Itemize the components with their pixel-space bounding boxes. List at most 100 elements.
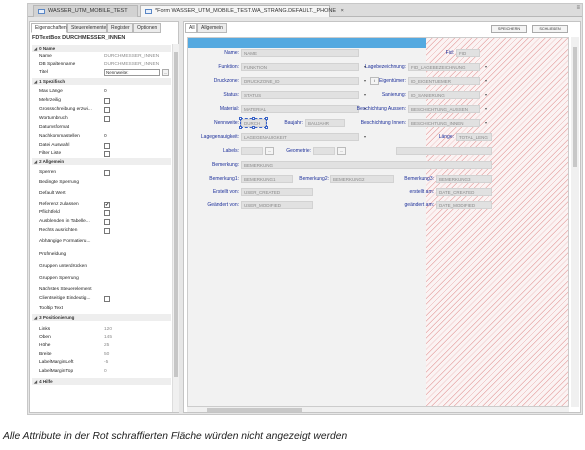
field-erstellt-am[interactable]: DATE_CREATED [436, 188, 492, 196]
resize-handle[interactable] [265, 126, 268, 129]
prop-row-nachkommastellen[interactable]: Nachkommastellen 0 [32, 133, 171, 141]
field-beschichtung-innen[interactable]: BESCHICHTUNG_INNEN [408, 119, 480, 127]
collapse-icon[interactable]: ◢ [34, 315, 37, 320]
prop-value[interactable]: DURCHMESSER_INNEN [104, 61, 170, 69]
prop-row-default-wert[interactable]: Default Wert [32, 190, 171, 198]
prop-value[interactable]: 120 [104, 326, 170, 334]
prop-row-filter-liste[interactable]: Filter Liste [32, 150, 171, 158]
close-icon[interactable]: × [341, 8, 344, 14]
resize-handle[interactable] [252, 117, 255, 120]
field-bemerkung3[interactable]: BEMERKUNG3 [436, 175, 492, 183]
checkbox[interactable] [104, 143, 110, 149]
field-geometrie[interactable] [313, 147, 335, 155]
tab-optionen[interactable]: Optionen [133, 23, 161, 33]
collapse-icon[interactable]: ◢ [34, 46, 37, 51]
geometrie-ellipsis-button[interactable]: ... [337, 147, 346, 155]
prop-value[interactable]: 145 [104, 334, 170, 342]
field-laenge[interactable]: TOTAL_LENG [456, 133, 492, 141]
doc-tab-form[interactable]: *Form WASSER_UTM_MOBILE_TEST.WA_STRANG.D… [140, 5, 344, 17]
section-name[interactable]: ◢ 0 Name [32, 45, 171, 52]
scroll-thumb[interactable] [573, 47, 577, 167]
prop-row-db-spaltenname[interactable]: DB Spaltenname DURCHMESSER_INNEN [32, 61, 171, 69]
field-bemerkung[interactable]: BEMERKUNG [241, 161, 492, 169]
checkbox[interactable] [104, 107, 110, 113]
prop-row-mehrzeilig[interactable]: Mehrzeilig [32, 97, 171, 105]
checkbox[interactable] [104, 219, 110, 225]
field-beschichtung-aussen[interactable]: BESCHICHTUNG_AUSSEN [408, 105, 480, 113]
prop-value[interactable]: 25 [104, 342, 170, 350]
collapse-icon[interactable]: ◢ [34, 159, 37, 164]
section-spezifisch[interactable]: ◢ 1 Spezifisch [32, 78, 171, 85]
chevron-down-icon[interactable]: ▾ [482, 91, 490, 99]
close-button[interactable]: SCHLIEßEN [532, 25, 568, 33]
field-lagegenauigkeit[interactable]: LAGEGENAUIGKEIT [241, 133, 359, 141]
field-funktion[interactable]: FUNKTION [241, 63, 359, 71]
tab-eigenschaften[interactable]: Eigenschaften [31, 23, 67, 33]
field-name[interactable]: NAME [241, 49, 359, 57]
save-button[interactable]: SPEICHERN [491, 25, 527, 33]
field-druckzone[interactable]: DRUCKZONE_ID [241, 77, 359, 85]
checkbox[interactable] [104, 151, 110, 157]
designer-vertical-scrollbar[interactable] [571, 37, 579, 407]
scroll-thumb[interactable] [174, 52, 178, 377]
collapse-icon[interactable]: ◢ [34, 79, 37, 84]
prop-row-name[interactable]: Name DURCHMESSER_INNEN [32, 53, 171, 61]
prop-value[interactable]: DURCHMESSER_INNEN [104, 53, 170, 61]
titel-input[interactable]: Nennweite: [104, 69, 160, 76]
prop-row-breite[interactable]: Breite 50 [32, 351, 171, 359]
resize-handle[interactable] [239, 117, 242, 120]
prop-value[interactable]: 0 [104, 133, 170, 141]
doc-tab-project[interactable]: WASSER_UTM_MOBILE_TEST [33, 5, 138, 17]
prop-row-clientseitige-eindeutig[interactable]: Clientseitige Eindeutig... [32, 295, 171, 303]
field-sanierung[interactable]: ID_SANIERUNG [408, 91, 480, 99]
resize-handle[interactable] [252, 126, 255, 129]
prop-row-tooltip-text[interactable]: Tooltip Text [32, 305, 171, 313]
field-blank[interactable] [396, 147, 492, 155]
section-allgemein[interactable]: ◢ 2 Allgemein [32, 158, 171, 165]
collapse-icon[interactable]: ◢ [34, 379, 37, 384]
chevron-down-icon[interactable]: ▾ [482, 63, 490, 71]
section-positionierung[interactable]: ◢ 3 Positionierung [32, 314, 171, 321]
tab-steuerelemente[interactable]: Steuerelemente [67, 23, 107, 33]
prop-row-gruppen-unterdruecken[interactable]: Gruppen unterdrücken [32, 263, 171, 271]
field-erstellt-von[interactable]: USER_CREATED [241, 188, 313, 196]
field-bemerkung2[interactable]: BEMERKUNG2 [330, 175, 394, 183]
checkbox[interactable] [104, 116, 110, 122]
checkbox[interactable] [104, 98, 110, 104]
prop-row-wortumbruch[interactable]: Wortumbruch [32, 115, 171, 123]
prop-row-pflichtfeld[interactable]: Pflichtfeld [32, 209, 171, 217]
menu-icon[interactable]: ≡ [576, 5, 580, 11]
field-labels[interactable] [241, 147, 263, 155]
prop-row-oben[interactable]: Oben 145 [32, 334, 171, 342]
section-hilfe[interactable]: ◢ 4 Hilfe [32, 378, 171, 385]
prop-row-sperren[interactable]: Sperren [32, 169, 171, 177]
field-fid[interactable]: FID [456, 49, 480, 57]
prop-row-rechts-ausrichten[interactable]: Rechts ausrichten [32, 227, 171, 235]
chevron-down-icon[interactable]: ▾ [482, 119, 490, 127]
prop-row-links[interactable]: Links 120 [32, 326, 171, 334]
prop-value[interactable]: -5 [104, 359, 170, 367]
prop-row-gruppen-sperrung[interactable]: Gruppen Sperrung [32, 275, 171, 283]
field-bemerkung1[interactable]: BEMERKUNG1 [241, 175, 293, 183]
properties-scrollbar[interactable] [172, 44, 179, 412]
prop-row-label-margin-top[interactable]: LabelMarginTop 0 [32, 368, 171, 376]
scroll-thumb[interactable] [207, 408, 302, 412]
designer-horizontal-scrollbar[interactable] [187, 407, 569, 412]
prop-value[interactable]: 0 [104, 88, 170, 96]
tab-register[interactable]: Register [107, 23, 133, 33]
prop-row-titel[interactable]: Titel Nennweite:... [32, 69, 171, 77]
prop-row-referenz-zulassen[interactable]: Referenz zulassen ✔ [32, 201, 171, 209]
labels-ellipsis-button[interactable]: ... [265, 147, 274, 155]
prop-row-naechstes-steuerelement[interactable]: Nächstes Steuerelement [32, 286, 171, 294]
prop-row-bedingte-sperrung[interactable]: Bedingte Sperrung [32, 179, 171, 187]
prop-row-hoehe[interactable]: Höhe 25 [32, 342, 171, 350]
checkbox-checked[interactable]: ✔ [104, 202, 110, 208]
checkbox[interactable] [104, 210, 110, 216]
field-eigentuemer[interactable]: ID_EIGENTUEMER [408, 77, 480, 85]
prop-value[interactable]: 50 [104, 351, 170, 359]
field-geaendert-am[interactable]: DATE_MODIFIED [436, 201, 492, 209]
prop-value[interactable]: 0 [104, 368, 170, 376]
field-geaendert-von[interactable]: USER_MODIFIED [241, 201, 313, 209]
prop-row-pruefmeldung[interactable]: Prüfmeldung [32, 251, 171, 259]
prop-row-max-laenge[interactable]: Max Länge 0 [32, 88, 171, 96]
